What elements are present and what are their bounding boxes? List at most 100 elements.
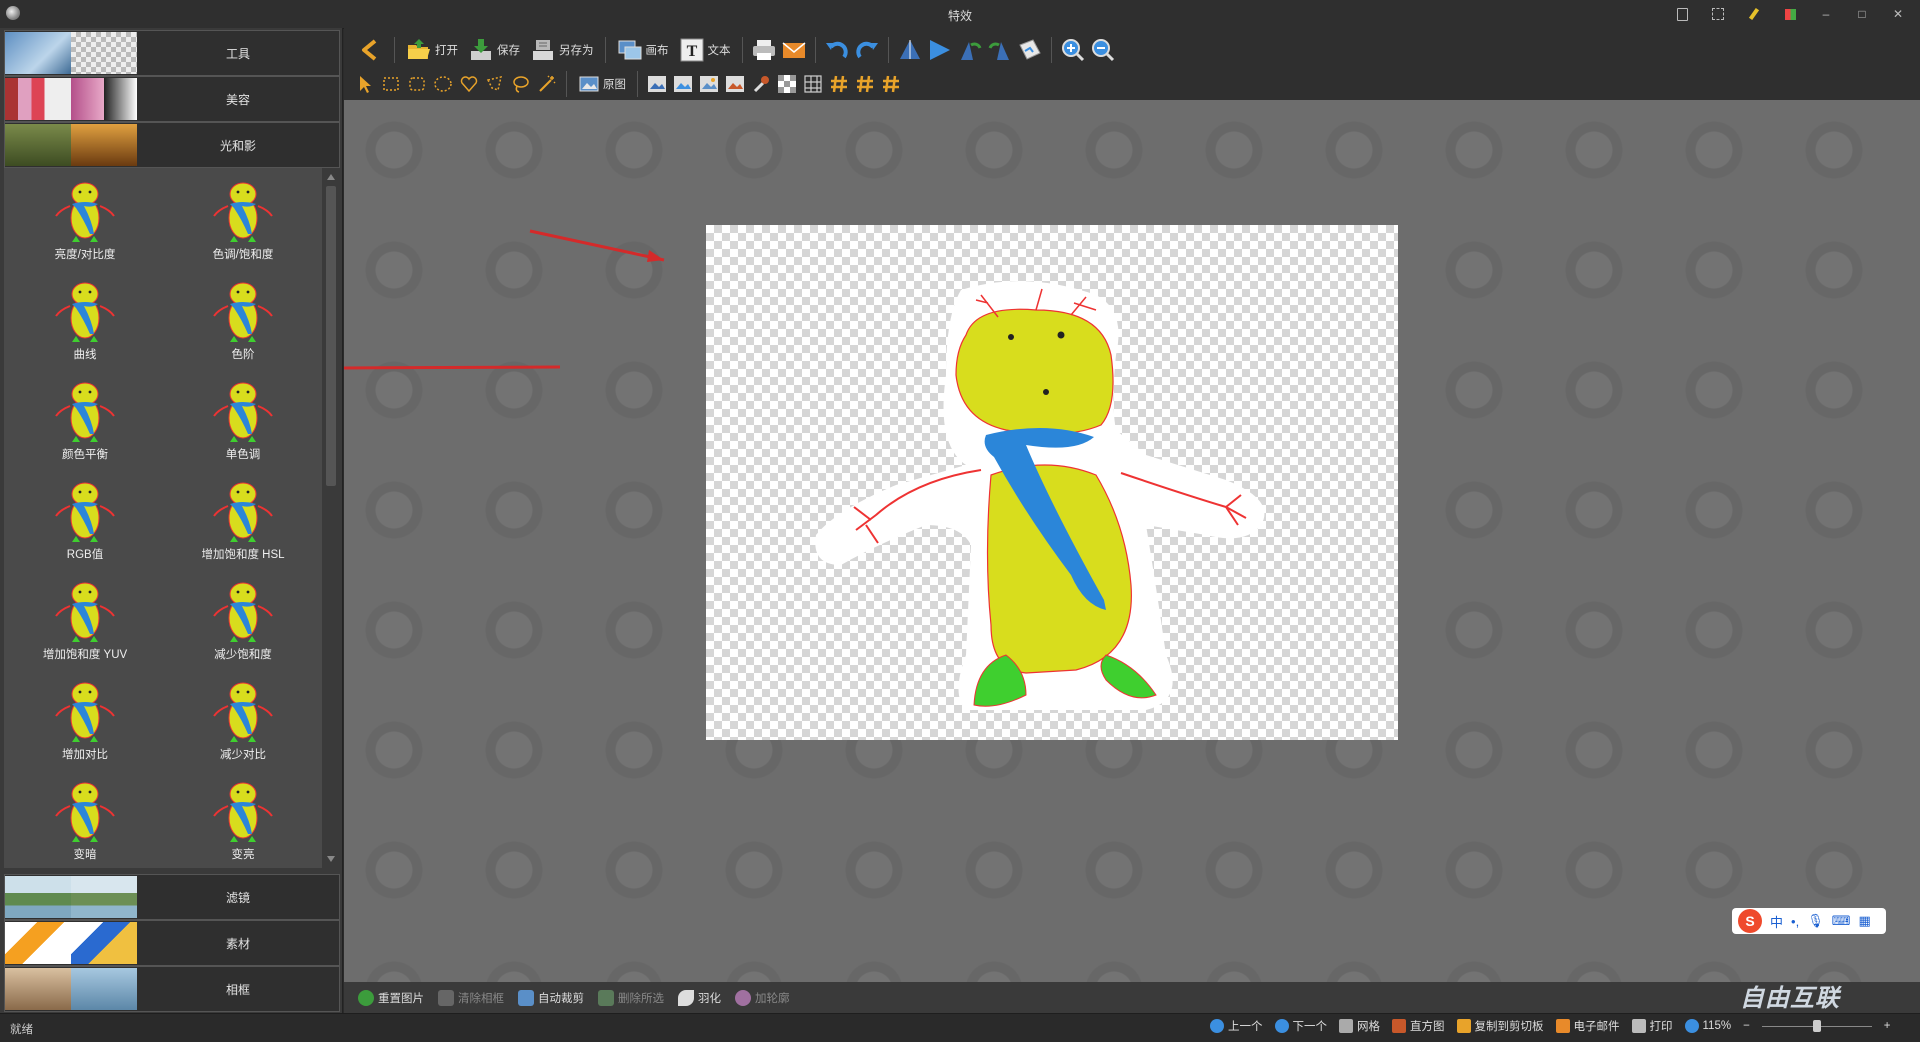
effect-item[interactable]: 减少饱和度 <box>168 576 318 670</box>
canvas-button[interactable]: 画布 <box>614 37 672 63</box>
add-outline-button[interactable]: 加轮廓 <box>735 989 790 1006</box>
reset-image-button[interactable]: 重置图片 <box>358 989 424 1006</box>
effect-item[interactable]: 曲线 <box>10 276 160 370</box>
category-filters[interactable]: 滤镜 <box>4 874 340 920</box>
ime-mode[interactable]: 中 <box>1770 912 1783 931</box>
delete-selection-button[interactable]: 删除所选 <box>598 989 664 1006</box>
effect-item[interactable]: 亮度/对比度 <box>10 176 160 270</box>
print-icon[interactable] <box>751 37 777 63</box>
prev-button[interactable]: 上一个 <box>1210 1018 1263 1034</box>
zoom-slider[interactable] <box>1761 1019 1872 1033</box>
minimize-button[interactable]: – <box>1812 4 1840 24</box>
open-button[interactable]: 打开 <box>403 37 461 63</box>
rotate-right-icon[interactable] <box>987 37 1013 63</box>
eyedropper-icon[interactable] <box>750 73 772 95</box>
lasso-icon[interactable] <box>510 73 532 95</box>
flip-vertical-icon[interactable] <box>897 37 923 63</box>
file-icon[interactable] <box>1668 4 1696 24</box>
effect-item[interactable]: 色调/饱和度 <box>168 176 318 270</box>
image-adjust-4-icon[interactable] <box>724 73 746 95</box>
pointer-icon[interactable] <box>354 73 376 95</box>
image-adjust-3-icon[interactable] <box>698 73 720 95</box>
effect-item[interactable]: RGB值 <box>10 476 160 570</box>
heart-select-icon[interactable] <box>458 73 480 95</box>
histogram-button[interactable]: 直方图 <box>1392 1018 1445 1034</box>
category-beauty[interactable]: 美容 <box>4 76 340 122</box>
copy-clipboard-button[interactable]: 复制到剪切板 <box>1456 1018 1544 1034</box>
original-image-button[interactable]: 原图 <box>575 73 629 95</box>
image-canvas[interactable]: S 中 •, 🎙 ⌨ ▦ <box>344 100 1920 982</box>
category-tools[interactable]: 工具 <box>4 30 340 76</box>
scroll-up-icon[interactable] <box>327 174 335 180</box>
effect-item[interactable]: 增加饱和度 YUV <box>10 576 160 670</box>
category-light-shadow[interactable]: 光和影 <box>4 122 340 168</box>
category-thumbnail <box>5 968 137 1010</box>
mic-icon[interactable]: 🎙 <box>1807 913 1824 929</box>
print-button[interactable]: 打印 <box>1631 1018 1673 1034</box>
zoom-out-icon[interactable] <box>1090 37 1116 63</box>
magic-wand-icon[interactable] <box>536 73 558 95</box>
effect-item[interactable]: 单色调 <box>168 376 318 470</box>
effect-item[interactable]: 增加饱和度 HSL <box>168 476 318 570</box>
ime-toolbar[interactable]: S 中 •, 🎙 ⌨ ▦ <box>1732 908 1886 934</box>
close-button[interactable]: ✕ <box>1884 4 1912 24</box>
original-label: 原图 <box>603 79 626 91</box>
hash-grid-3-icon[interactable] <box>880 73 902 95</box>
save-button[interactable]: 保存 <box>465 37 523 63</box>
email-label: 电子邮件 <box>1573 1021 1620 1033</box>
effects-scrollbar[interactable] <box>324 168 338 868</box>
hash-grid-2-icon[interactable] <box>854 73 876 95</box>
effect-item[interactable]: 色阶 <box>168 276 318 370</box>
rect-select-icon[interactable] <box>380 73 402 95</box>
ime-punct[interactable]: •, <box>1791 914 1799 929</box>
image-adjust-1-icon[interactable] <box>646 73 668 95</box>
undo-icon[interactable] <box>824 37 850 63</box>
maximize-button[interactable]: □ <box>1848 4 1876 24</box>
hash-grid-1-icon[interactable] <box>828 73 850 95</box>
polygon-select-icon[interactable] <box>484 73 506 95</box>
effect-item[interactable]: 增加对比 <box>10 676 160 770</box>
toolbar-row-main: 打开 保存 另存为 画布 T 文本 <box>354 32 1116 68</box>
zoom-slider-knob[interactable] <box>1812 1020 1821 1032</box>
auto-crop-button[interactable]: 自动裁剪 <box>518 989 584 1006</box>
image-adjust-2-icon[interactable] <box>672 73 694 95</box>
clear-frame-button[interactable]: 清除相框 <box>438 989 504 1006</box>
redo-icon[interactable] <box>854 37 880 63</box>
rotate-left-icon[interactable] <box>957 37 983 63</box>
back-button[interactable] <box>354 37 386 63</box>
zoom-in-button[interactable]: + <box>1884 1020 1891 1032</box>
feather-button[interactable]: 羽化 <box>678 989 721 1006</box>
next-button[interactable]: 下一个 <box>1274 1018 1327 1034</box>
grid-lines-icon[interactable] <box>802 73 824 95</box>
effect-item[interactable]: 变亮 <box>168 776 318 868</box>
transparency-icon[interactable] <box>776 73 798 95</box>
effect-label: 曲线 <box>73 349 97 361</box>
histogram-icon <box>1392 1019 1406 1033</box>
effect-item[interactable]: 减少对比 <box>168 676 318 770</box>
effect-item[interactable]: 变暗 <box>10 776 160 868</box>
ellipse-select-icon[interactable] <box>432 73 454 95</box>
effects-panel: 工具 美容 光和影 亮度/对比度 色调/饱和度 曲线 色阶 颜色平衡 单色调 R… <box>0 28 343 1013</box>
keyboard-icon[interactable]: ⌨ <box>1832 913 1851 929</box>
penguin-figure-icon <box>213 282 273 342</box>
flip-horizontal-icon[interactable] <box>927 37 953 63</box>
add-outline-label: 加轮廓 <box>755 992 790 1005</box>
email-button[interactable]: 电子邮件 <box>1555 1018 1620 1034</box>
save-as-button[interactable]: 另存为 <box>527 37 597 63</box>
grid-button[interactable]: 网格 <box>1339 1018 1380 1034</box>
transform-icon[interactable] <box>1017 37 1043 63</box>
zoom-in-icon[interactable] <box>1060 37 1086 63</box>
pen-icon[interactable] <box>1740 4 1768 24</box>
category-materials[interactable]: 素材 <box>4 920 340 966</box>
apps-icon[interactable]: ▦ <box>1858 913 1870 929</box>
text-button[interactable]: T 文本 <box>676 37 734 63</box>
rounded-rect-select-icon[interactable] <box>406 73 428 95</box>
scroll-thumb[interactable] <box>326 186 336 486</box>
zoom-out-button[interactable]: − <box>1743 1020 1750 1032</box>
effect-item[interactable]: 颜色平衡 <box>10 376 160 470</box>
category-frames[interactable]: 相框 <box>4 966 340 1012</box>
grid-icon[interactable] <box>1776 4 1804 24</box>
fullscreen-icon[interactable] <box>1704 4 1732 24</box>
scroll-down-icon[interactable] <box>327 856 335 862</box>
email-icon[interactable] <box>781 37 807 63</box>
